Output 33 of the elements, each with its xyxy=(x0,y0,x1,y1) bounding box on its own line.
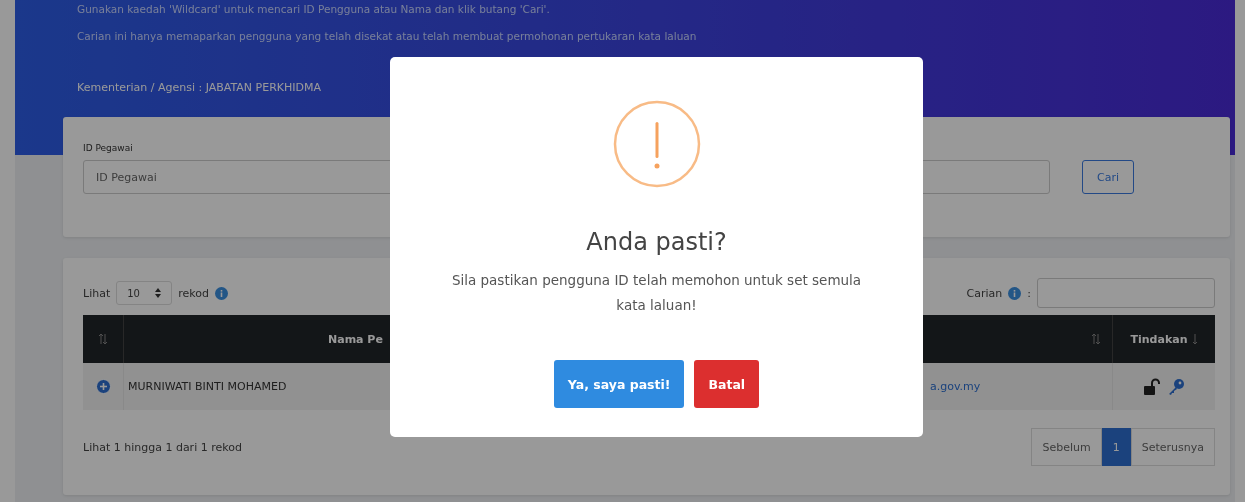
info-icon[interactable] xyxy=(1008,286,1022,300)
table-search-field[interactable] xyxy=(1037,278,1215,308)
field-label: ID Pegawai xyxy=(83,143,134,153)
pagination-button[interactable]: 1 xyxy=(1101,428,1131,466)
sort-icon[interactable] xyxy=(1193,333,1198,345)
instruction-text: Carian ini hanya memaparkan pengguna yang telah disekat atau telah membuat permohonan pertukaran kata laluan xyxy=(77,30,698,42)
search-label: Carian xyxy=(966,286,1003,300)
dialog-title: Anda pasti? xyxy=(586,228,727,256)
info-icon[interactable] xyxy=(214,286,228,300)
warning-icon xyxy=(612,100,701,188)
unlocked-padlock-icon[interactable] xyxy=(1143,377,1161,396)
length-label: rekod xyxy=(178,286,209,300)
spinner-icon[interactable] xyxy=(155,288,162,298)
expand-icon[interactable] xyxy=(95,379,111,394)
dialog-button[interactable]: Ya, saya pasti! xyxy=(553,360,685,408)
email-link[interactable]: a.gov.my xyxy=(930,380,981,393)
table-info: Lihat 1 hingga 1 dari 1 rekod xyxy=(83,440,242,454)
pagination-button[interactable]: Seterusnya xyxy=(1130,428,1215,466)
table-cell: MURNIWATI BINTI MOHAMED xyxy=(128,380,287,393)
sort-icon[interactable] xyxy=(1092,333,1100,345)
dialog-message: Sila pastikan pengguna ID telah memohon untuk set semula kata laluan! xyxy=(450,271,863,315)
dialog-button[interactable]: Batal xyxy=(694,360,760,408)
column-header[interactable]: Tindakan xyxy=(1130,332,1188,346)
pagination-button[interactable]: Sebelum xyxy=(1031,428,1102,466)
instruction-text: Gunakan kaedah 'Wildcard' untuk mencari ID Pengguna atau Nama dan klik butang 'Cari'. xyxy=(77,3,551,15)
key-icon[interactable] xyxy=(1167,377,1185,396)
page-size-select[interactable]: 10 xyxy=(116,281,173,305)
length-label: Lihat xyxy=(83,286,111,300)
search-label: : xyxy=(1027,286,1031,300)
sort-icon[interactable] xyxy=(99,333,107,345)
agency-label: Kementerian / Agensi : JABATAN PERKHIDMA xyxy=(77,81,323,94)
column-header[interactable]: Nama Pe xyxy=(328,332,383,346)
search-button[interactable]: Cari xyxy=(1082,160,1134,194)
